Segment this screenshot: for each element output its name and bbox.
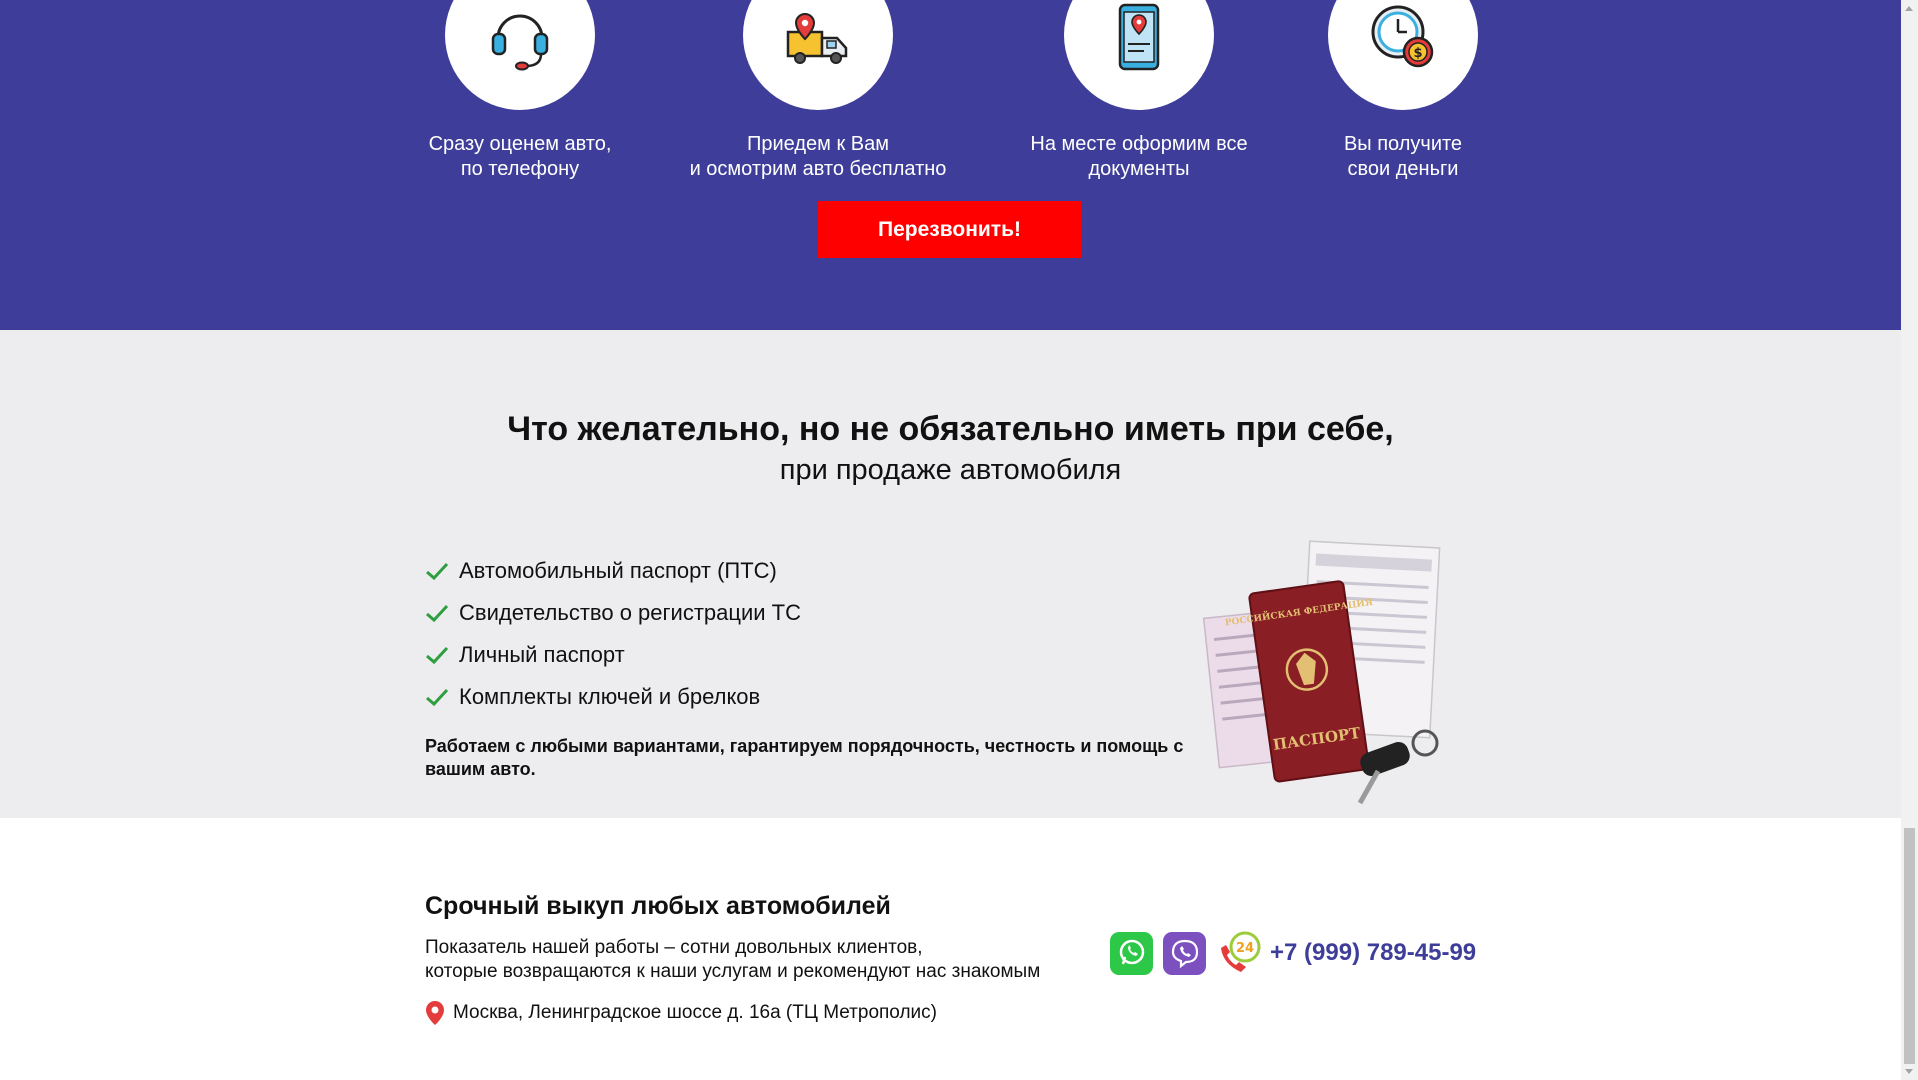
whatsapp-icon[interactable] <box>1110 931 1153 975</box>
check-icon <box>425 603 459 623</box>
list-item-label: Личный паспорт <box>459 642 625 667</box>
badge-24: 24 <box>1236 941 1254 956</box>
documents-title: Что желательно, но не обязательно иметь … <box>507 410 1394 448</box>
footer-title: Срочный выкуп любых автомобилей <box>425 892 891 920</box>
check-icon <box>425 645 459 665</box>
documents-illustration: РОССИЙСКАЯ ФЕДЕРАЦИЯ ПАСПОРТ <box>1202 540 1441 805</box>
address: Москва, Ленинградское шоссе д. 16а (ТЦ М… <box>425 1000 937 1026</box>
footer-desc-line: которые возвращаются к наши услугам и ре… <box>425 961 1041 982</box>
step-circle <box>743 0 893 110</box>
clock-money-icon: $ <box>1371 5 1434 68</box>
list-item: Комплекты ключей и брелков <box>425 676 801 718</box>
car-keys-icon <box>1357 729 1439 805</box>
scrollbar[interactable] <box>1901 0 1918 1080</box>
list-item-label: Автомобильный паспорт (ПТС) <box>459 558 777 583</box>
footer-desc-line: Показатель нашей работы – сотни довольны… <box>425 937 923 958</box>
footer-description: Показатель нашей работы – сотни довольны… <box>425 936 1125 984</box>
list-item: Автомобильный паспорт (ПТС) <box>425 550 801 592</box>
list-item-label: Свидетельство о регистрации ТС <box>459 600 801 625</box>
step-circle <box>1064 0 1214 110</box>
guarantee-note: Работаем с любыми вариантами, гарантируе… <box>425 736 1184 779</box>
scroll-down-icon[interactable] <box>1905 1069 1913 1074</box>
list-item-label: Комплекты ключей и брелков <box>459 684 761 709</box>
viber-icon[interactable] <box>1163 931 1206 975</box>
step-caption: Приедем к Вам и осмотрим авто бесплатно <box>689 133 947 180</box>
documents-section: Что желательно, но не обязательно иметь … <box>0 330 1901 818</box>
documents-subtitle: при продаже автомобиля <box>779 454 1122 486</box>
check-icon <box>425 687 459 707</box>
check-icon <box>425 561 459 581</box>
address-text: Москва, Ленинградское шоссе д. 16а (ТЦ М… <box>453 1002 937 1023</box>
list-item: Личный паспорт <box>425 634 801 676</box>
contact-block: 24 +7 (999) 789-45-99 <box>1110 930 1476 976</box>
phone-24-icon: 24 <box>1216 930 1262 976</box>
step-circle: $ <box>1328 0 1478 110</box>
scroll-up-icon[interactable] <box>1905 6 1913 11</box>
how-it-works-section: Сразу оценем авто, по телефону Приедем к… <box>0 0 1901 330</box>
step-caption: На месте оформим все документы <box>1030 133 1248 180</box>
phone-link[interactable]: +7 (999) 789-45-99 <box>1270 939 1476 967</box>
smartphone-location-icon <box>1118 3 1160 71</box>
step-circle <box>445 0 595 110</box>
scroll-thumb[interactable] <box>1904 828 1915 1064</box>
list-item: Свидетельство о регистрации ТС <box>425 592 801 634</box>
svg-text:$: $ <box>1413 46 1422 61</box>
location-pin-icon <box>425 1000 445 1026</box>
headset-icon <box>491 14 549 71</box>
truck-location-icon <box>786 12 848 64</box>
step-caption: Сразу оценем авто, по телефону <box>428 133 612 180</box>
callback-button[interactable]: Перезвонить! <box>818 201 1081 258</box>
documents-list: Автомобильный паспорт (ПТС) Свидетельств… <box>425 550 801 718</box>
step-caption: Вы получите свои деньги <box>1343 133 1463 180</box>
